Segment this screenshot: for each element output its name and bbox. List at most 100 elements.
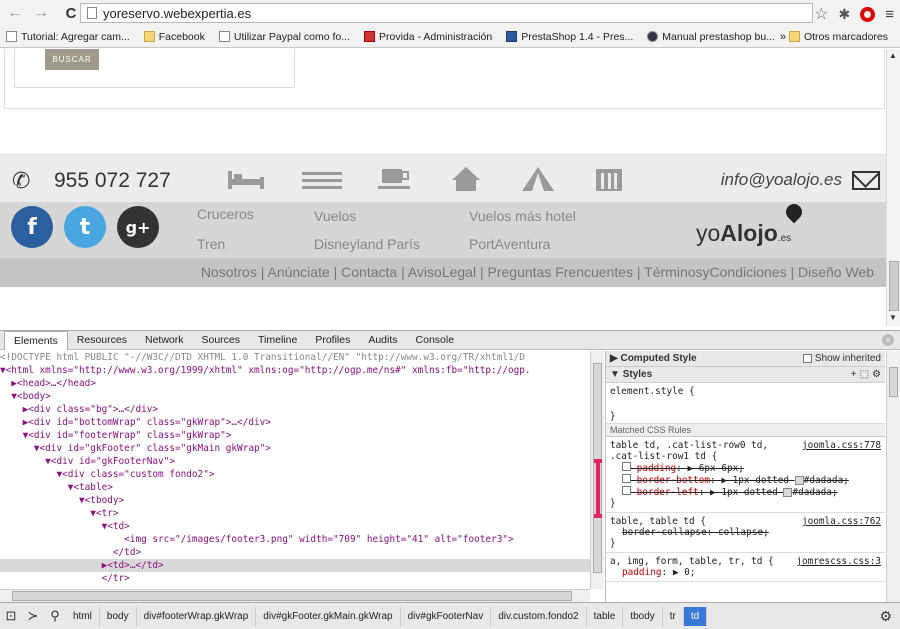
house-icon[interactable] bbox=[450, 165, 482, 193]
property-checkbox[interactable] bbox=[622, 474, 631, 483]
back-icon[interactable]: ← bbox=[6, 4, 24, 22]
bookmark-star-icon[interactable]: ☆ bbox=[814, 4, 828, 24]
scrollbar-thumb[interactable] bbox=[889, 367, 898, 397]
bookmark-item[interactable]: Facebook bbox=[138, 31, 205, 43]
css-property[interactable]: border-bottom: ▶ 1px dotted #dadada; bbox=[610, 474, 881, 486]
breadcrumb-footerwrap[interactable]: div#footerWrap.gkWrap bbox=[137, 606, 257, 626]
link-vuelos[interactable]: Vuelos bbox=[314, 208, 356, 224]
tab-elements[interactable]: Elements bbox=[4, 330, 68, 350]
dom-node[interactable]: ▼<div class="custom fondo2"> bbox=[0, 468, 590, 481]
link-vuelos-hotel[interactable]: Vuelos más hotel bbox=[469, 208, 576, 224]
show-inherited-checkbox[interactable] bbox=[802, 354, 812, 363]
dom-node[interactable]: ▼<tr> bbox=[0, 507, 590, 520]
inspect-search-icon[interactable]: ⚲ bbox=[44, 608, 66, 624]
breadcrumb-td[interactable]: td bbox=[683, 606, 708, 626]
css-property[interactable]: border-collapse: collapse; bbox=[610, 527, 881, 538]
twitter-icon[interactable]: t bbox=[64, 206, 106, 248]
breadcrumb-html[interactable]: html bbox=[66, 606, 100, 626]
breadcrumb-table[interactable]: table bbox=[587, 606, 624, 626]
styles-scrollbar[interactable] bbox=[886, 351, 900, 602]
breadcrumb-tr[interactable]: tr bbox=[663, 606, 684, 626]
scrollbar-thumb[interactable] bbox=[889, 261, 899, 311]
dom-node[interactable]: ▼<html xmlns="http://www.w3.org/1999/xht… bbox=[0, 364, 590, 377]
dom-node[interactable]: ▼<table> bbox=[0, 481, 590, 494]
add-rule-icon[interactable]: + bbox=[851, 369, 857, 380]
dom-node[interactable]: </tr> bbox=[0, 572, 590, 585]
css-property[interactable]: padding: ▶ 0; bbox=[610, 567, 881, 578]
close-devtools-icon[interactable]: × bbox=[882, 334, 894, 346]
rule-source-link[interactable]: joomla.css:762 bbox=[802, 516, 881, 527]
dom-node[interactable]: ▼<div id="gkFooter" class="gkMain gkWrap… bbox=[0, 442, 590, 455]
tab-profiles[interactable]: Profiles bbox=[306, 331, 359, 349]
scroll-down-icon[interactable]: ▼ bbox=[889, 313, 897, 322]
dom-node[interactable]: ▼<div id="footerWrap" class="gkWrap"> bbox=[0, 429, 590, 442]
color-swatch[interactable] bbox=[794, 476, 804, 485]
property-checkbox[interactable] bbox=[622, 462, 631, 471]
page-scrollbar[interactable]: ▲ ▼ bbox=[886, 49, 900, 326]
tab-resources[interactable]: Resources bbox=[68, 331, 136, 349]
opera-icon[interactable] bbox=[860, 6, 876, 22]
breadcrumb-body[interactable]: body bbox=[100, 606, 137, 626]
css-property[interactable]: padding: ▶ 6px 6px; bbox=[610, 462, 881, 474]
other-bookmarks[interactable]: Otros marcadores bbox=[783, 31, 888, 43]
rule-source-link[interactable]: joomla.css:778 bbox=[802, 440, 881, 451]
mail-icon[interactable] bbox=[852, 171, 880, 190]
link-disneyland[interactable]: Disneyland París bbox=[314, 236, 420, 252]
link-tren[interactable]: Tren bbox=[197, 236, 225, 252]
dom-node[interactable]: ▶<div class="bg">…</div> bbox=[0, 403, 590, 416]
breakfast-cup-icon[interactable] bbox=[378, 167, 412, 191]
css-rule[interactable]: joomla.css:778 table td, .cat-list-row0 … bbox=[606, 437, 885, 513]
yoalojo-logo[interactable]: yoAlojo.es bbox=[696, 220, 791, 247]
dom-node[interactable]: ▼<tbody> bbox=[0, 494, 590, 507]
dom-node[interactable]: </td> bbox=[0, 546, 590, 559]
computed-style-header[interactable]: ▶ Computed Style Show inherited bbox=[606, 351, 885, 367]
css-rule[interactable]: jomrescss.css:3 a, img, form, table, tr,… bbox=[606, 553, 885, 582]
breadcrumb-gkfooternav[interactable]: div#gkFooterNav bbox=[401, 606, 492, 626]
bookmark-item[interactable]: Utilizar Paypal como fo... bbox=[213, 31, 350, 43]
dom-node[interactable]: ▼<body> bbox=[0, 390, 590, 403]
tab-audits[interactable]: Audits bbox=[359, 331, 406, 349]
tab-console[interactable]: Console bbox=[407, 331, 464, 349]
bookmark-item[interactable]: Provida - Administración bbox=[358, 31, 492, 43]
tab-sources[interactable]: Sources bbox=[193, 331, 250, 349]
tab-timeline[interactable]: Timeline bbox=[249, 331, 306, 349]
hotel-bed-icon[interactable] bbox=[226, 167, 266, 191]
email-text[interactable]: info@yoalojo.es bbox=[721, 170, 842, 190]
forward-icon[interactable]: → bbox=[32, 4, 50, 22]
menu-icon[interactable]: ≡ bbox=[885, 6, 894, 23]
footer-nav-links[interactable]: Nosotros | Anúnciate | Contacta | AvisoL… bbox=[201, 264, 874, 280]
elements-hscrollbar[interactable] bbox=[0, 589, 590, 602]
googleplus-icon[interactable]: g+ bbox=[117, 206, 159, 248]
breadcrumb-gkfooter[interactable]: div#gkFooter.gkMain.gkWrap bbox=[256, 606, 401, 626]
dom-node[interactable]: ▼<td> bbox=[0, 520, 590, 533]
scrollbar-thumb[interactable] bbox=[12, 591, 572, 601]
toggle-state-icon[interactable]: ⬚ bbox=[860, 369, 869, 380]
dom-node-selected[interactable]: ▶<td>…</td> bbox=[0, 559, 590, 572]
breadcrumb-custom-fondo2[interactable]: div.custom.fondo2 bbox=[491, 606, 587, 626]
facebook-icon[interactable]: f bbox=[11, 206, 53, 248]
address-bar[interactable]: yoreservo.webexpertia.es bbox=[80, 3, 813, 23]
bookmark-item[interactable]: Manual prestashop bu... bbox=[641, 31, 775, 43]
apartment-icon[interactable] bbox=[594, 165, 624, 193]
css-rule[interactable]: joomla.css:762 table, table td { border-… bbox=[606, 513, 885, 553]
bookmark-item[interactable]: Tutorial: Agregar cam... bbox=[0, 31, 130, 43]
css-property[interactable]: border-left: ▶ 1px dotted #dadada; bbox=[610, 486, 881, 498]
rule-source-link[interactable]: jomrescss.css:3 bbox=[796, 556, 881, 567]
bookmark-item[interactable]: PrestaShop 1.4 - Pres... bbox=[500, 31, 633, 43]
dom-node[interactable]: ▼<div id="gkFooterNav"> bbox=[0, 455, 590, 468]
styles-header[interactable]: ▼ Styles + ⬚ ⚙ bbox=[606, 367, 885, 383]
dom-node[interactable]: ▶<div id="bottomWrap" class="gkWrap">…</… bbox=[0, 416, 590, 429]
dock-icon[interactable]: ⊡ bbox=[0, 608, 22, 624]
link-cruceros[interactable]: Cruceros bbox=[197, 206, 254, 222]
tab-network[interactable]: Network bbox=[136, 331, 193, 349]
reload-icon[interactable]: C bbox=[62, 5, 80, 22]
extension-icon[interactable]: ✱ bbox=[839, 6, 851, 23]
restaurant-icon[interactable] bbox=[300, 169, 344, 191]
tent-icon[interactable] bbox=[520, 165, 556, 193]
console-drawer-icon[interactable]: ≻ bbox=[22, 608, 44, 624]
style-settings-icon[interactable]: ⚙ bbox=[872, 369, 881, 380]
element-style-rule[interactable]: element.style { } bbox=[606, 383, 885, 424]
link-portaventura[interactable]: PortAventura bbox=[469, 236, 550, 252]
dom-node[interactable]: ▶<head>…</head> bbox=[0, 377, 590, 390]
scroll-up-icon[interactable]: ▲ bbox=[889, 51, 897, 60]
